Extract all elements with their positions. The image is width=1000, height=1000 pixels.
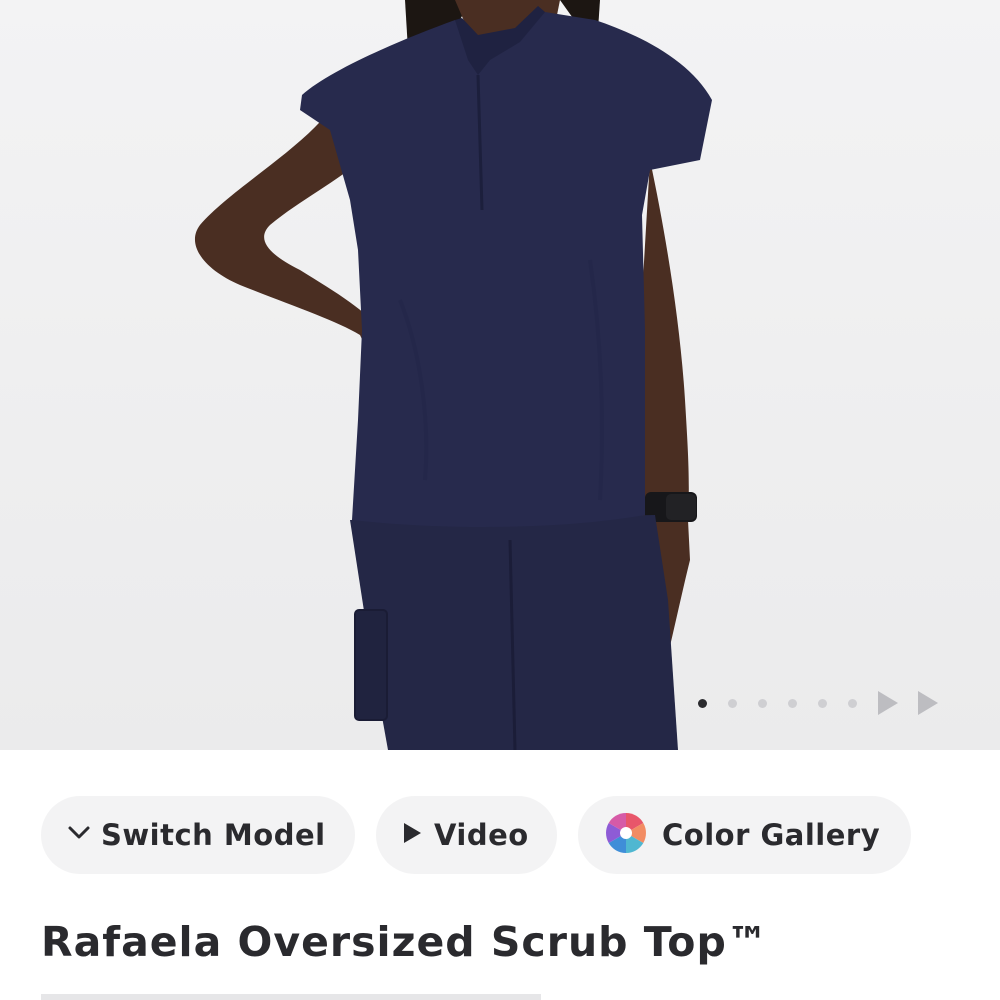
product-title: Rafaela Oversized Scrub Top™ [41,918,769,966]
carousel-dot-4[interactable] [788,698,797,708]
color-gallery-button[interactable]: Color Gallery [578,796,911,874]
product-image[interactable] [0,0,1000,750]
carousel-dot-6[interactable] [848,698,857,708]
carousel-dot-2[interactable] [728,698,737,708]
play-icon[interactable] [878,691,898,715]
carousel-indicators [698,690,958,716]
video-label: Video [434,818,529,852]
switch-model-label: Switch Model [101,818,326,852]
play-icon [402,822,422,848]
color-wheel-icon [604,811,648,859]
next-arrow-icon[interactable] [918,691,938,715]
carousel-dot-1[interactable] [698,698,707,708]
product-page: Switch Model Video Color Gallery Rafaela… [0,0,1000,1000]
model-illustration [194,0,712,750]
divider [41,994,541,1000]
video-button[interactable]: Video [376,796,557,874]
carousel-dot-3[interactable] [758,698,767,708]
switch-model-button[interactable]: Switch Model [41,796,355,874]
carousel-dot-5[interactable] [818,698,827,708]
chevron-down-icon [67,825,91,845]
color-gallery-label: Color Gallery [662,818,881,852]
